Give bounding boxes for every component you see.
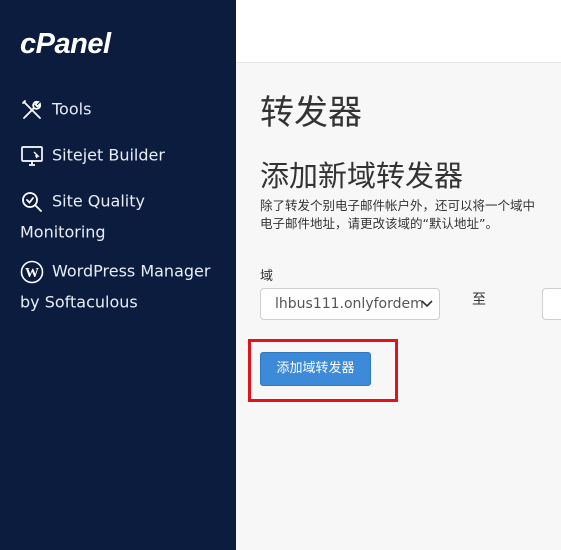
sidebar-item-label-line2: Monitoring xyxy=(20,222,106,241)
wordpress-icon: W xyxy=(20,260,44,284)
domain-select-value: lhbus111.onlyfordem xyxy=(275,296,424,312)
target-domain-input[interactable] xyxy=(542,288,561,320)
page-title: 转发器 xyxy=(260,93,362,133)
main-content: 转发器 添加新域转发器 除了转发个别电子邮件帐户外，还可以将一个域中 电子邮件地… xyxy=(236,63,561,550)
description: 除了转发个别电子邮件帐户外，还可以将一个域中 电子邮件地址，请更改该域的“默认地… xyxy=(260,197,561,233)
domain-select[interactable]: lhbus111.onlyfordem xyxy=(260,288,440,320)
tools-icon xyxy=(20,98,44,122)
magnifier-icon xyxy=(20,190,44,214)
sidebar-item-label-line2: by Softaculous xyxy=(20,292,138,311)
cpanel-logo[interactable]: cPanel xyxy=(20,28,111,61)
top-bar xyxy=(236,0,561,63)
description-line-1: 除了转发个别电子邮件帐户外，还可以将一个域中 xyxy=(260,198,536,213)
sidebar-item-site-quality-monitoring[interactable]: Site Quality Monitoring xyxy=(20,186,225,247)
sidebar-item-label: Sitejet Builder xyxy=(52,145,165,165)
to-label: 至 xyxy=(472,292,486,308)
add-domain-forwarder-button[interactable]: 添加域转发器 xyxy=(260,352,371,386)
sidebar-item-sitejet-builder[interactable]: Sitejet Builder xyxy=(20,140,225,171)
monitor-icon xyxy=(20,144,44,168)
description-line-2: 电子邮件地址，请更改该域的“默认地址”。 xyxy=(260,216,498,231)
sidebar-item-wordpress-manager[interactable]: W WordPress Manager by Softaculous xyxy=(20,256,225,317)
sidebar-item-label: WordPress Manager xyxy=(52,261,211,281)
sidebar-item-tools[interactable]: Tools xyxy=(20,94,225,125)
sidebar: cPanel Tools Sitejet Builder Site Qualit… xyxy=(0,0,236,550)
section-title: 添加新域转发器 xyxy=(260,159,464,193)
chevron-down-icon xyxy=(421,300,433,308)
sidebar-item-label: Tools xyxy=(52,99,92,119)
svg-text:W: W xyxy=(25,266,39,281)
sidebar-item-label: Site Quality xyxy=(52,191,145,211)
domain-label: 域 xyxy=(260,269,274,284)
